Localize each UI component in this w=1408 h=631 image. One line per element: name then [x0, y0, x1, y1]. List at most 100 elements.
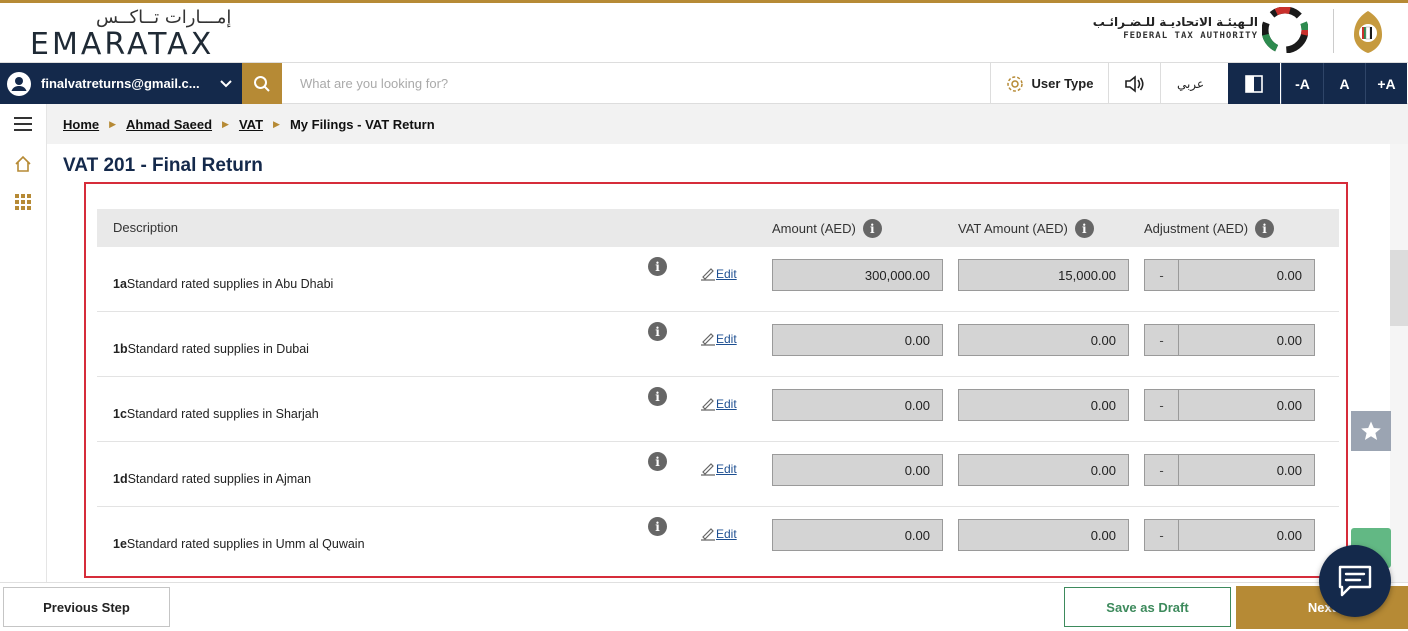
contrast-toggle-button[interactable] — [1228, 63, 1280, 104]
adjustment-sign: - — [1145, 455, 1179, 485]
wizard-footer: Previous Step Save as Draft Next — [0, 582, 1408, 631]
amount-field[interactable]: 0.00 — [772, 324, 943, 356]
adjustment-field[interactable]: - 0.00 — [1144, 324, 1315, 356]
adjustment-sign: - — [1145, 390, 1179, 420]
edit-link[interactable]: Edit — [700, 462, 737, 476]
info-icon[interactable]: i — [648, 322, 667, 341]
amount-field[interactable]: 300,000.00 — [772, 259, 943, 291]
scrollbar-track[interactable] — [1390, 144, 1408, 582]
vat-amount-field[interactable]: 0.00 — [958, 519, 1129, 551]
header-amount-label: Amount (AED) — [772, 221, 856, 236]
edit-label: Edit — [716, 462, 737, 476]
table-row: 1bStandard rated supplies in Dubai i Edi… — [97, 312, 1339, 377]
header-description-label: Description — [113, 220, 179, 235]
edit-link[interactable]: Edit — [700, 267, 737, 281]
row-description-text: Standard rated supplies in Ajman — [127, 472, 312, 486]
search-input[interactable] — [290, 69, 990, 97]
amount-field[interactable]: 0.00 — [772, 519, 943, 551]
info-icon[interactable]: i — [1074, 219, 1094, 238]
user-type-button[interactable]: User Type — [990, 63, 1108, 104]
breadcrumb-taxpayer[interactable]: Ahmad Saeed — [126, 117, 212, 132]
info-icon[interactable]: i — [862, 219, 882, 238]
info-icon[interactable]: i — [1255, 219, 1275, 238]
breadcrumb-separator-icon: ▶ — [222, 118, 229, 129]
text-to-speech-button[interactable] — [1108, 63, 1160, 104]
site-header: إمـــارات تــاكــس EMARATAX الـهيئـة الا… — [0, 3, 1408, 62]
table-row: 1dStandard rated supplies in Ajman i Edi… — [97, 442, 1339, 507]
amount-field[interactable]: 0.00 — [772, 454, 943, 486]
font-decrease-button[interactable]: -A — [1281, 63, 1323, 104]
adjustment-value: 0.00 — [1276, 463, 1302, 478]
row-code: 1e — [113, 537, 127, 551]
previous-step-button[interactable]: Previous Step — [3, 587, 170, 627]
home-icon[interactable] — [13, 154, 33, 174]
chat-support-button[interactable] — [1319, 545, 1391, 617]
chevron-down-icon[interactable] — [218, 75, 234, 91]
header-adjustment: Adjustment (AED) i — [1144, 219, 1275, 238]
info-icon[interactable]: i — [648, 387, 667, 406]
row-description-text: Standard rated supplies in Sharjah — [126, 407, 319, 421]
breadcrumb-home[interactable]: Home — [63, 117, 99, 132]
row-description: 1aStandard rated supplies in Abu Dhabi — [113, 277, 333, 291]
font-normal-button[interactable]: A — [1323, 63, 1365, 104]
row-code: 1c — [113, 407, 127, 421]
edit-link[interactable]: Edit — [700, 332, 737, 346]
edit-pencil-icon — [701, 333, 715, 346]
edit-link[interactable]: Edit — [700, 397, 737, 411]
adjustment-field[interactable]: - 0.00 — [1144, 454, 1315, 486]
edit-link[interactable]: Edit — [700, 527, 737, 541]
amount-field[interactable]: 0.00 — [772, 389, 943, 421]
user-account-menu[interactable]: finalvatreturns@gmail.c... — [0, 63, 242, 104]
header-vat-amount-label: VAT Amount (AED) — [958, 221, 1068, 236]
breadcrumb-separator-icon: ▶ — [273, 118, 280, 129]
adjustment-sign: - — [1145, 325, 1179, 355]
user-type-label: User Type — [1031, 76, 1094, 91]
breadcrumb: Home ▶ Ahmad Saeed ▶ VAT ▶ My Filings - … — [47, 104, 1408, 144]
user-email: finalvatreturns@gmail.c... — [41, 76, 200, 91]
vat-amount-field[interactable]: 0.00 — [958, 454, 1129, 486]
search-button[interactable] — [242, 63, 282, 104]
edit-label: Edit — [716, 332, 737, 346]
favorite-button[interactable] — [1351, 411, 1391, 451]
save-as-draft-button[interactable]: Save as Draft — [1064, 587, 1231, 627]
apps-grid-icon[interactable] — [13, 192, 33, 212]
info-icon[interactable]: i — [648, 257, 667, 276]
row-code: 1a — [113, 277, 127, 291]
fta-wordmark: الـهيئـة الاتحاديـة للـضـرائـب FEDERAL T… — [1093, 15, 1258, 41]
adjustment-sign: - — [1145, 520, 1179, 550]
adjustment-field[interactable]: - 0.00 — [1144, 389, 1315, 421]
page-title: VAT 201 - Final Return — [63, 155, 263, 176]
edit-pencil-icon — [701, 463, 715, 476]
font-increase-button[interactable]: +A — [1365, 63, 1407, 104]
info-icon[interactable]: i — [648, 452, 667, 471]
row-description: 1eStandard rated supplies in Umm al Quwa… — [113, 537, 365, 551]
header-divider — [1333, 9, 1334, 53]
vat-amount-field[interactable]: 0.00 — [958, 389, 1129, 421]
edit-pencil-icon — [701, 528, 715, 541]
breadcrumb-current: My Filings - VAT Return — [289, 116, 435, 132]
info-icon[interactable]: i — [648, 517, 667, 536]
star-icon — [1361, 421, 1381, 440]
user-avatar-icon — [7, 71, 31, 96]
scrollbar-thumb[interactable] — [1390, 250, 1408, 326]
table-header: Description Amount (AED) i VAT Amount (A… — [97, 209, 1339, 247]
breadcrumb-vat[interactable]: VAT — [239, 117, 263, 132]
hamburger-menu-icon[interactable] — [13, 114, 33, 134]
vat-amount-field[interactable]: 15,000.00 — [958, 259, 1129, 291]
language-toggle-button[interactable]: عربي — [1160, 63, 1220, 104]
uae-emblem-icon — [1354, 11, 1382, 53]
row-description: 1cStandard rated supplies in Sharjah — [113, 407, 319, 421]
edit-label: Edit — [716, 527, 737, 541]
adjustment-value: 0.00 — [1276, 268, 1302, 283]
row-code: 1b — [113, 342, 128, 356]
row-description-text: Standard rated supplies in Umm al Quwain — [126, 537, 365, 551]
adjustment-value: 0.00 — [1276, 398, 1302, 413]
adjustment-field[interactable]: - 0.00 — [1144, 259, 1315, 291]
adjustment-field[interactable]: - 0.00 — [1144, 519, 1315, 551]
emaratax-logo[interactable]: EMARATAX — [30, 27, 214, 62]
edit-pencil-icon — [701, 268, 715, 281]
fta-english-name: FEDERAL TAX AUTHORITY — [1123, 31, 1258, 41]
top-toolbar: finalvatreturns@gmail.c... User Type عرب… — [0, 62, 1408, 104]
logo-arabic-text: إمـــارات تــاكــس — [96, 7, 232, 28]
vat-amount-field[interactable]: 0.00 — [958, 324, 1129, 356]
